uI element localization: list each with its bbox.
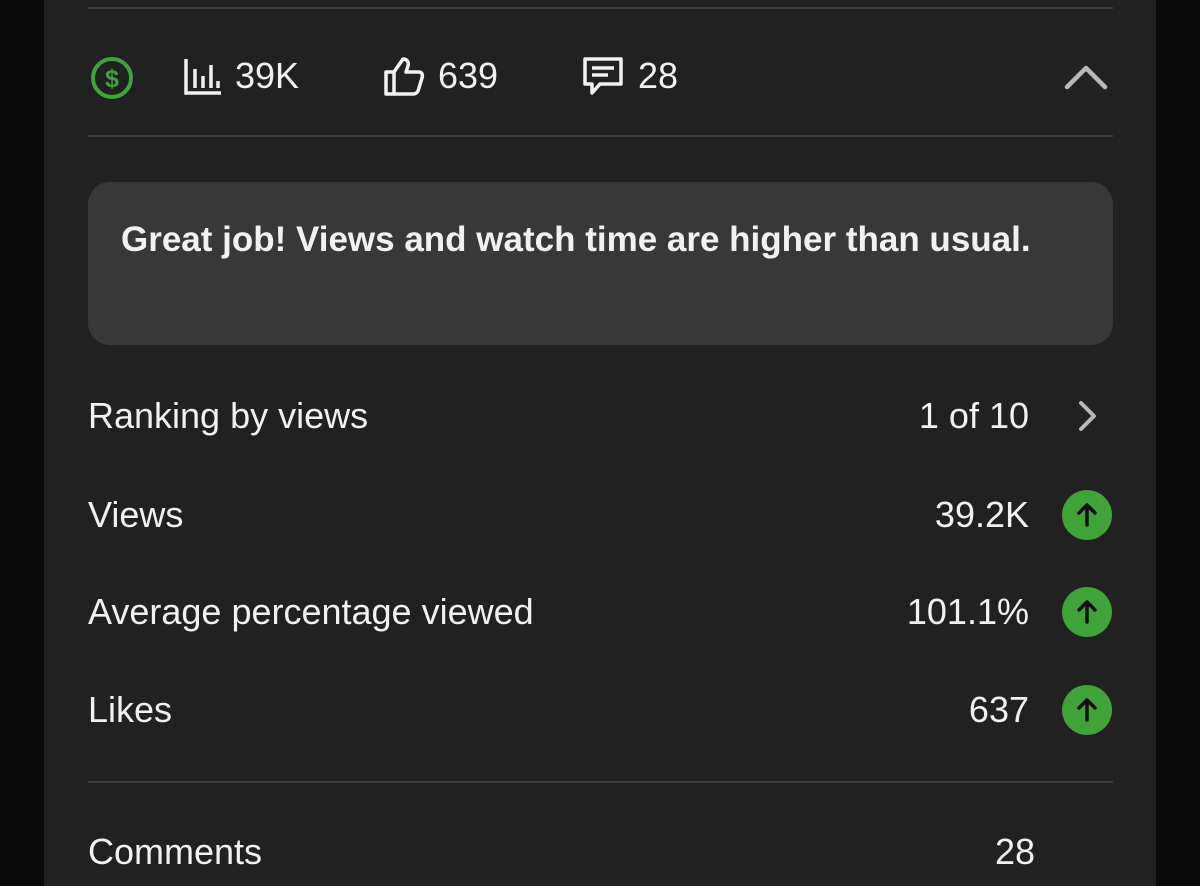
views-stat: 39K <box>183 36 299 116</box>
comment-icon <box>583 57 623 95</box>
banner-message: Great job! Views and watch time are high… <box>121 220 1031 259</box>
arrow-up-icon <box>1062 587 1112 637</box>
comments-count: 28 <box>638 55 679 96</box>
views-trend <box>1061 489 1113 541</box>
avg-percentage-value: 101.1% <box>906 591 1029 632</box>
stats-bar[interactable]: $ 39K 639 28 <box>88 36 1113 116</box>
likes-stat: 639 <box>382 36 498 116</box>
comments-row: Comments 28 <box>88 822 1113 882</box>
arrow-up-icon <box>1062 685 1112 735</box>
chevron-right-icon[interactable] <box>1061 390 1113 442</box>
likes-trend <box>1061 684 1113 736</box>
ranking-label: Ranking by views <box>88 395 369 436</box>
arrow-up-icon <box>1062 490 1112 540</box>
avg-percentage-row: Average percentage viewed 101.1% <box>88 582 1113 642</box>
stats-divider <box>88 135 1113 137</box>
ranking-row[interactable]: Ranking by views 1 of 10 <box>88 386 1113 446</box>
thumbs-up-icon <box>384 57 425 96</box>
monetization-icon: $ <box>91 57 133 99</box>
views-value: 39.2K <box>934 494 1029 535</box>
svg-text:$: $ <box>105 65 119 93</box>
comments-stat: 28 <box>580 36 678 116</box>
comments-value: 28 <box>994 831 1035 872</box>
likes-label: Likes <box>88 689 173 730</box>
top-divider <box>88 7 1113 9</box>
views-count: 39K <box>235 55 300 96</box>
avg-percentage-label: Average percentage viewed <box>88 591 534 632</box>
performance-banner: Great job! Views and watch time are high… <box>88 182 1113 345</box>
page: $ 39K 639 28 Great job! Views and watch … <box>0 0 1200 886</box>
ranking-value: 1 of 10 <box>918 395 1029 436</box>
bar-chart-icon <box>184 59 221 95</box>
collapse-chevron-up-icon[interactable] <box>1059 54 1113 98</box>
views-row: Views 39.2K <box>88 485 1113 545</box>
avg-percentage-trend <box>1061 586 1113 638</box>
likes-value: 637 <box>968 689 1029 730</box>
comments-label: Comments <box>88 831 263 872</box>
likes-row: Likes 637 <box>88 680 1113 740</box>
views-label: Views <box>88 494 184 535</box>
likes-count: 639 <box>438 55 499 96</box>
metrics-divider <box>88 781 1113 783</box>
